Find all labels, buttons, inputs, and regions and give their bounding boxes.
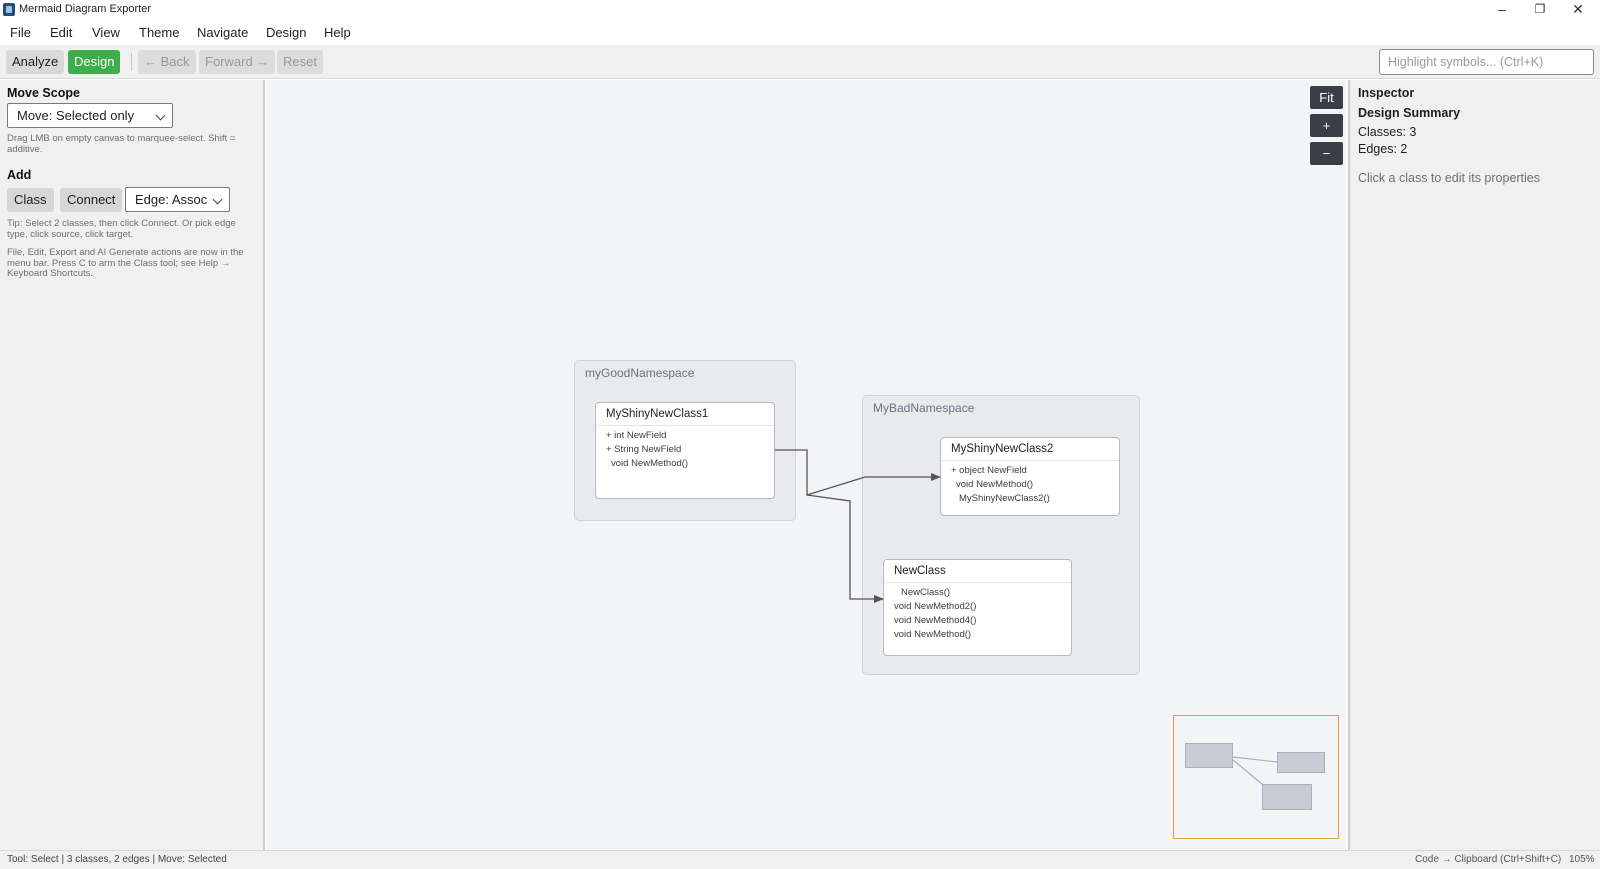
connect-button[interactable]: Connect xyxy=(60,188,123,212)
left-panel: Move Scope Move: Selected only Drag LMB … xyxy=(0,80,265,850)
menu-view[interactable]: View xyxy=(92,25,120,40)
minimize-button[interactable]: – xyxy=(1484,0,1520,20)
inspector-title: Inspector xyxy=(1358,86,1415,100)
menu-file[interactable]: File xyxy=(10,25,31,40)
status-text: Tool: Select | 3 classes, 2 edges | Move… xyxy=(7,854,227,865)
move-scope-select[interactable]: Move: Selected only xyxy=(7,103,173,128)
menu-edit[interactable]: Edit xyxy=(50,25,72,40)
window-title: Mermaid Diagram Exporter xyxy=(19,3,152,15)
menu-navigate[interactable]: Navigate xyxy=(197,25,248,40)
menu-bar: File Edit View Theme Navigate Design Hel… xyxy=(0,22,1600,44)
diagram-canvas[interactable]: Fit + − myGoodNamespace MyShinyNewClass1… xyxy=(267,80,1346,850)
move-hint: Drag LMB on empty canvas to marquee-sele… xyxy=(7,133,236,155)
forward-button[interactable]: Forward → xyxy=(199,50,276,74)
maximize-button[interactable]: ❐ xyxy=(1522,0,1558,20)
edge-type-value: Edge: Assoc xyxy=(135,192,208,207)
menu-design[interactable]: Design xyxy=(266,25,306,40)
minimap[interactable] xyxy=(1173,715,1339,839)
classes-count: Classes: 3 xyxy=(1358,125,1417,139)
analyze-button[interactable]: Analyze xyxy=(6,50,65,74)
move-scope-heading: Move Scope xyxy=(7,86,80,100)
edge-type-select[interactable]: Edge: Assoc xyxy=(125,187,230,212)
edge-class1-to-newclass[interactable] xyxy=(806,494,884,603)
chevron-down-icon xyxy=(155,110,166,121)
reset-button[interactable]: Reset xyxy=(277,50,323,74)
status-bar: Tool: Select | 3 classes, 2 edges | Move… xyxy=(0,850,1600,869)
menu-theme[interactable]: Theme xyxy=(139,25,179,40)
highlight-symbols-input[interactable] xyxy=(1379,49,1594,75)
connect-tip: Tip: Select 2 classes, then click Connec… xyxy=(7,218,236,240)
inspector-hint: Click a class to edit its properties xyxy=(1358,171,1541,185)
code-to-clipboard-link[interactable]: Code → Clipboard (Ctrl+Shift+C) xyxy=(1415,854,1561,865)
minimap-edges xyxy=(1232,756,1278,785)
app-icon xyxy=(3,3,15,16)
toolbar-separator xyxy=(131,53,132,71)
design-summary-title: Design Summary xyxy=(1358,106,1461,120)
chevron-down-icon xyxy=(212,194,223,205)
design-button[interactable]: Design xyxy=(68,50,121,74)
inspector-panel: Inspector Design Summary Classes: 3 Edge… xyxy=(1348,80,1600,850)
edge-class1-to-class2[interactable] xyxy=(775,449,941,496)
title-bar: Mermaid Diagram Exporter – ❐ ✕ xyxy=(0,0,1600,20)
toolbar: Analyze Design ← Back Forward → Reset xyxy=(0,45,1600,79)
close-button[interactable]: ✕ xyxy=(1560,0,1596,20)
add-heading: Add xyxy=(7,168,32,182)
menu-info: File, Edit, Export and AI Generate actio… xyxy=(7,247,244,279)
move-scope-value: Move: Selected only xyxy=(17,108,135,123)
edges-count: Edges: 2 xyxy=(1358,142,1408,156)
back-button[interactable]: ← Back xyxy=(138,50,196,74)
zoom-level: 105% xyxy=(1569,854,1595,865)
menu-help[interactable]: Help xyxy=(324,25,351,40)
add-class-button[interactable]: Class xyxy=(7,188,54,212)
